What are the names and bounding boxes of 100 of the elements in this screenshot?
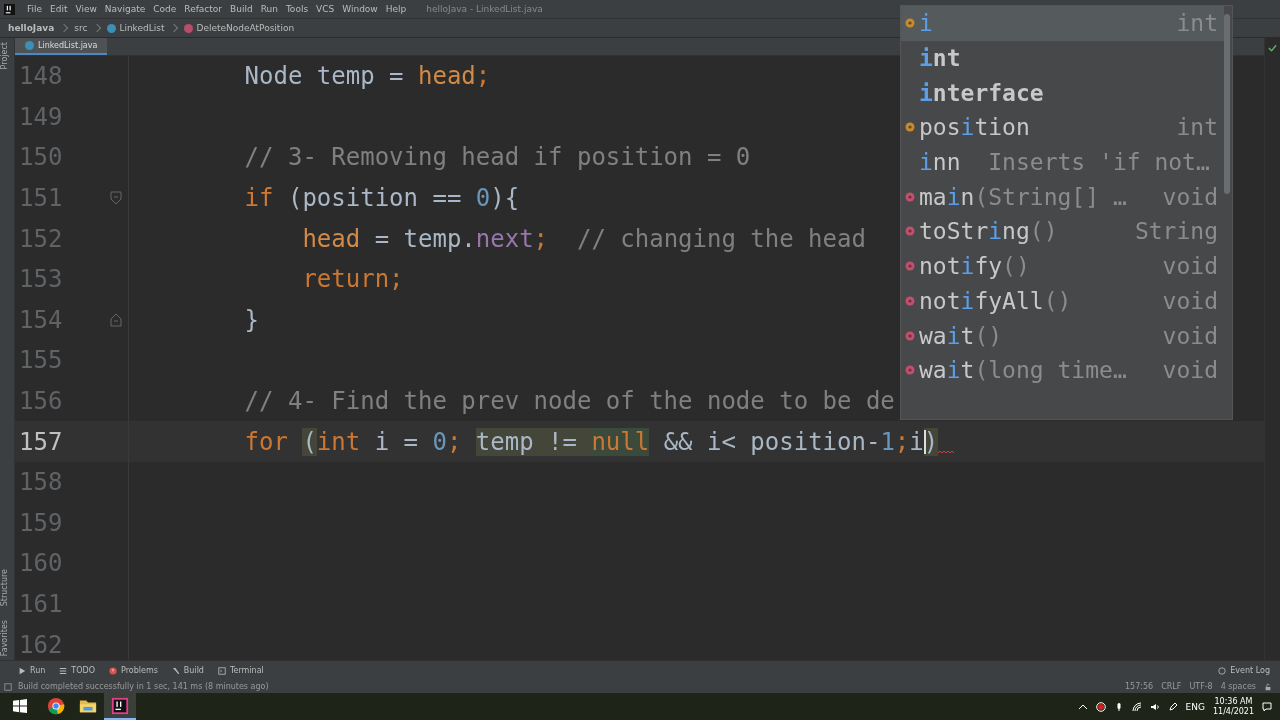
tool-window-tab[interactable]: Favorites [0,615,14,660]
completion-item[interactable]: int [901,40,1224,76]
tool-window-tab[interactable]: Structure [0,564,14,610]
code-line: } [243,305,260,334]
menu-item[interactable]: Edit [50,4,68,14]
line-number: 154 [18,305,64,334]
code-line: Node temp = head; [243,62,491,91]
ide-icon [111,696,129,715]
menu-item[interactable]: Tools [285,4,309,14]
language-indicator[interactable]: ENG [1185,701,1205,712]
completion-item[interactable]: wait() void [901,318,1224,353]
line-number: 156 [18,387,64,416]
completion-text: interface [919,79,1045,106]
method-icon [905,330,915,341]
line-number: 150 [18,143,64,172]
completion-item[interactable]: interface [901,75,1224,111]
tool-window-tab[interactable]: Project [0,38,14,74]
line-number: 160 [18,549,64,578]
completion-item[interactable]: position int [901,110,1224,145]
line-number: 159 [18,508,64,537]
method-icon [905,226,915,237]
type-label: void [1162,357,1218,384]
tool-window-button[interactable]: Problems [109,666,158,675]
completion-text: position [919,114,1031,141]
status-item[interactable]: 4 spaces [1220,682,1256,691]
check-icon[interactable] [1268,44,1277,52]
speaker-icon[interactable] [1149,701,1160,712]
menu-item[interactable]: Refactor [184,4,223,14]
tool-window-button[interactable]: Build [171,666,204,675]
app-logo-icon[interactable] [4,3,15,15]
notification-icon[interactable] [1262,701,1272,712]
fold-marker-icon[interactable] [110,190,122,207]
speech-bubble-icon [1218,666,1227,675]
breadcrumb[interactable]: src [74,23,88,33]
status-item[interactable]: UTF-8 [1189,682,1213,691]
menu-item[interactable]: Navigate [104,4,146,14]
clock-date[interactable]: 11/4/2021 [1212,706,1254,717]
completion-item[interactable]: wait(long time… void [901,352,1224,388]
error-squiggle-icon [938,449,955,454]
wifi-icon[interactable] [1131,701,1142,712]
scrollbar-thumb[interactable] [1224,14,1230,194]
completion-text: wait(long time… [919,357,1128,384]
clock-time[interactable]: 10:36 AM [1214,696,1253,707]
field-icon [905,122,915,133]
tool-window-button[interactable]: Run [18,666,46,675]
completion-item[interactable]: main(String[] … void [901,179,1224,215]
class-icon [107,23,117,33]
status-message: Build completed successfully in 1 sec, 141 ms (8 minutes ago) [18,682,269,691]
menu-item[interactable]: Build [230,4,253,14]
menu-item[interactable]: Help [385,4,407,14]
type-label: int [1176,114,1218,141]
hammer-icon [171,666,180,675]
window-title: helloJava - LinkedList.java [426,4,543,14]
field-icon [905,18,915,29]
tool-window-button[interactable]: Terminal [217,666,264,675]
menu-item[interactable]: Window [342,4,378,14]
line-number: 162 [18,630,64,659]
windows-start-icon[interactable] [13,699,27,713]
browser-icon [47,696,65,715]
code-line: head = temp.next; // changing the head [301,224,866,253]
code-line: return; [301,265,404,294]
line-number: 151 [18,184,64,213]
line-number: 157 [18,427,64,456]
status-item[interactable]: 157:56 [1125,682,1154,691]
tool-window-button[interactable]: TODO [59,666,95,675]
file-tab[interactable]: LinkedList.java [15,38,108,55]
menu-item[interactable]: Code [153,4,177,14]
class-icon [25,41,34,50]
completion-item[interactable]: toString() String [901,214,1224,249]
menu-item[interactable]: File [27,4,43,14]
completion-text: main(String[] … [919,183,1128,210]
type-label: void [1162,287,1218,314]
completion-item[interactable]: inn Inserts 'if not… [901,144,1224,180]
type-label: void [1162,322,1218,349]
menu-item[interactable]: Run [260,4,278,14]
status-item[interactable]: CRLF [1161,682,1182,691]
breadcrumb[interactable]: LinkedList [107,23,165,33]
play-icon [18,666,26,675]
lock-icon[interactable] [1264,682,1272,691]
method-icon [905,191,915,202]
completion-item[interactable]: notifyAll() void [901,283,1224,319]
line-number: 148 [18,62,64,91]
text-cursor [924,429,927,454]
pen-icon[interactable] [1167,701,1178,712]
event-log-button[interactable]: Event Log [1218,666,1270,675]
menu-item[interactable]: VCS [316,4,335,14]
record-icon[interactable] [1095,701,1106,712]
menu-item[interactable]: View [75,4,97,14]
line-number: 161 [18,590,64,618]
breadcrumb[interactable]: helloJava [8,23,55,33]
completion-item[interactable]: notify() void [901,248,1224,284]
completion-text: notify() [919,253,1031,280]
type-label: String [1134,218,1218,245]
fold-marker-icon[interactable] [110,311,122,328]
taskbar-app[interactable] [104,693,136,720]
code-line: // 4- Find the prev node of the node to be de [243,387,895,416]
line-number: 158 [18,468,64,497]
line-number: 155 [18,346,64,375]
breadcrumb[interactable]: DeleteNodeAtPosition [184,23,295,33]
type-label: void [1162,183,1218,210]
